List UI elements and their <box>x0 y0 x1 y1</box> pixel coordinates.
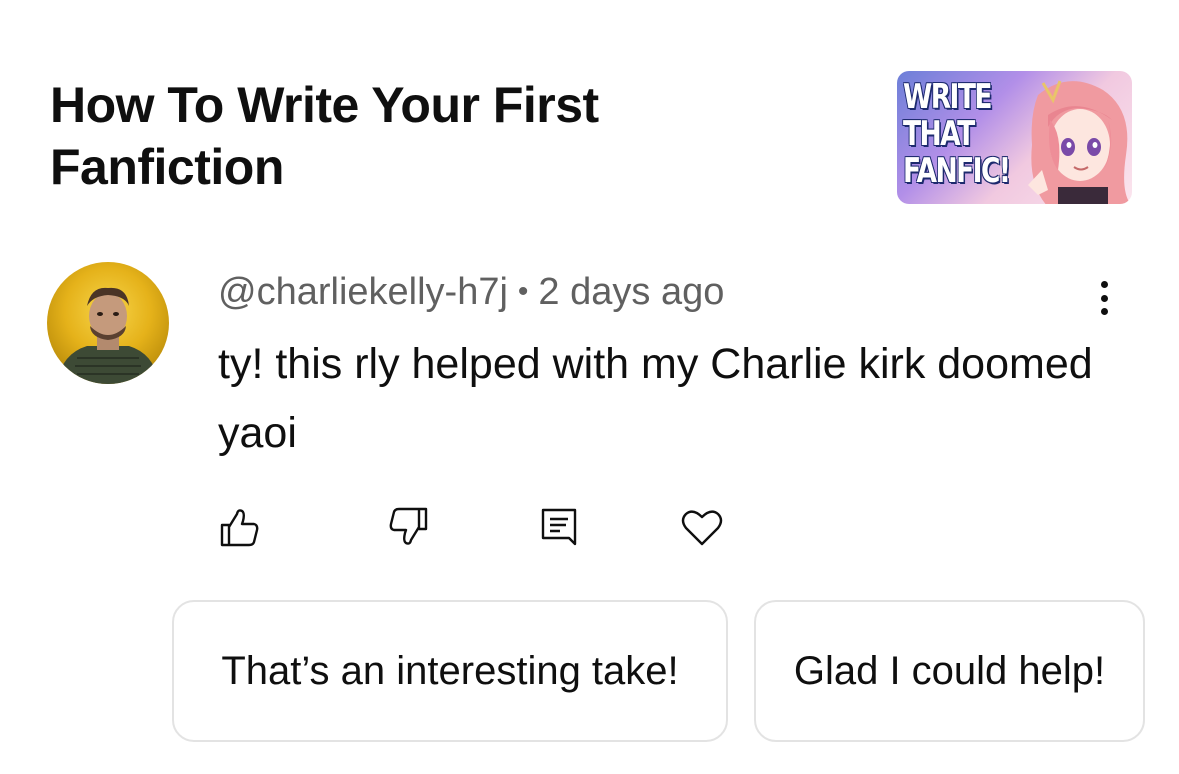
anime-character-illustration <box>1028 80 1131 204</box>
comment-icon <box>541 508 577 546</box>
thumbnail-caption-line: WRITE <box>903 77 993 117</box>
thumbnail-caption-line: FANFIC! <box>903 151 1011 191</box>
meta-separator: • <box>517 275 529 308</box>
avatar-photo <box>57 287 159 384</box>
more-dot-icon <box>1100 281 1108 288</box>
suggested-reply-chip[interactable]: Glad I could help! <box>754 600 1145 742</box>
heart-icon <box>681 510 723 546</box>
reply-button[interactable] <box>538 505 582 549</box>
suggested-reply-chip[interactable]: That’s an interesting take! <box>172 600 728 742</box>
like-button[interactable] <box>218 505 262 549</box>
more-options-button[interactable] <box>1086 278 1122 318</box>
dislike-button[interactable] <box>386 505 430 549</box>
more-dot-icon <box>1100 294 1108 302</box>
comment-meta: @charliekelly-h7j • 2 days ago <box>218 270 724 314</box>
thumbs-up-icon <box>220 509 259 547</box>
comment-detail-page: How To Write Your First Fanfiction WRITE… <box>0 0 1179 774</box>
comment-author-handle[interactable]: @charliekelly-h7j <box>218 270 508 314</box>
heart-button[interactable] <box>680 505 724 549</box>
video-thumbnail[interactable]: WRITE THAT FANFIC! <box>897 71 1132 204</box>
commenter-avatar[interactable] <box>47 262 169 384</box>
thumbnail-caption-line: THAT <box>903 114 975 154</box>
more-dot-icon <box>1100 308 1108 315</box>
comment-body: ty! this rly helped with my Charlie kirk… <box>218 340 1093 457</box>
video-title[interactable]: How To Write Your First Fanfiction <box>50 74 690 198</box>
comment-timestamp: 2 days ago <box>538 271 725 313</box>
thumbnail-caption: WRITE THAT FANFIC! <box>903 77 1011 191</box>
thumbs-down-icon <box>389 507 428 545</box>
